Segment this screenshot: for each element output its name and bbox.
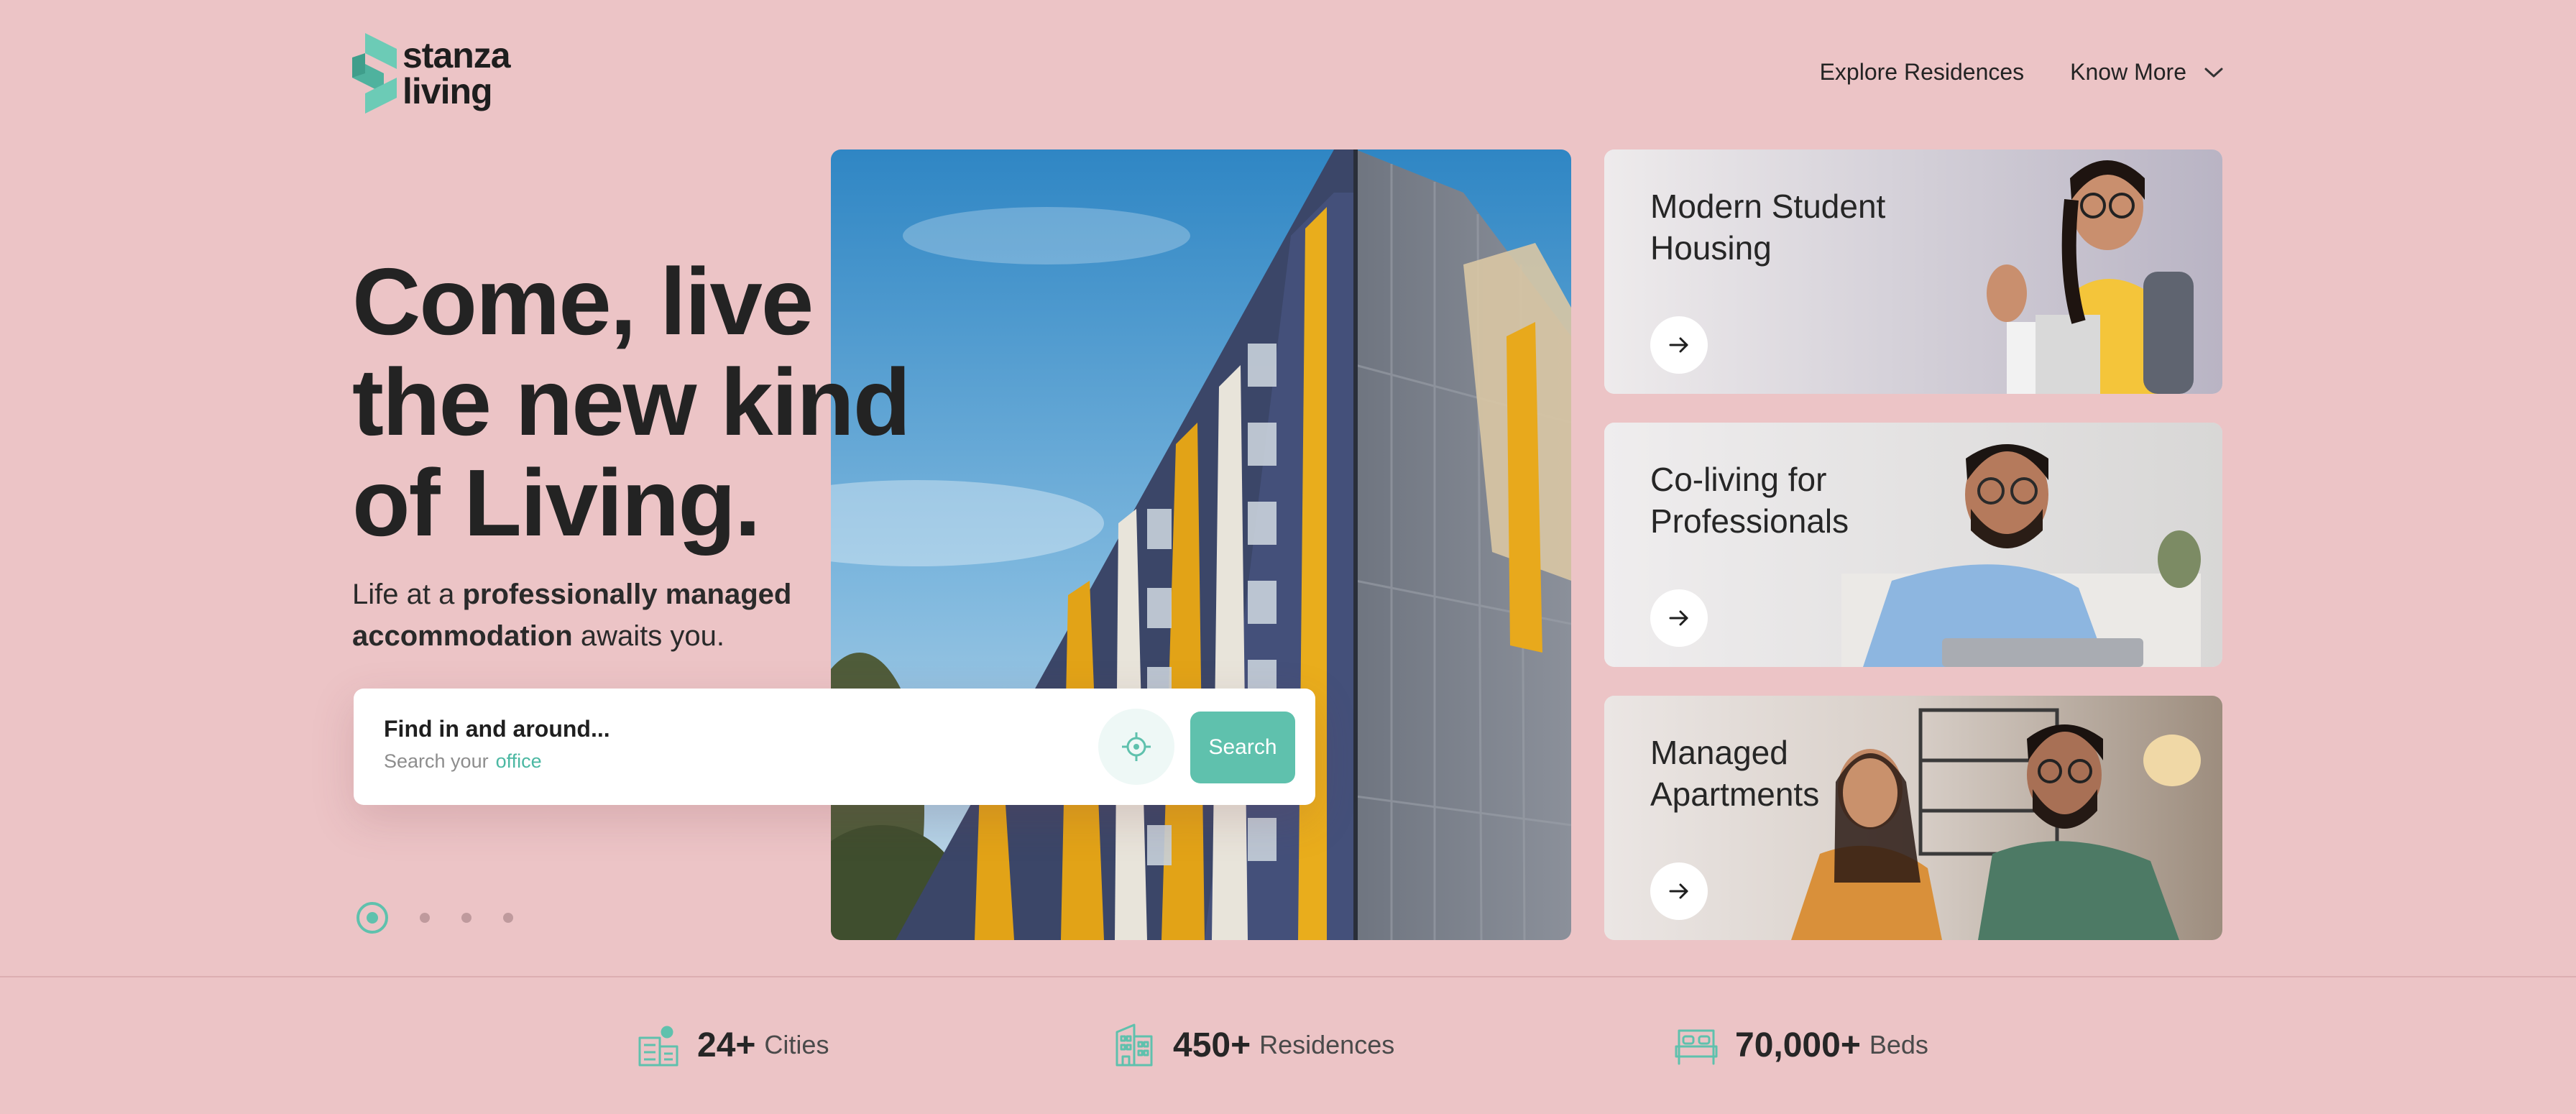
card-student-housing[interactable]: Modern Student Housing [1604, 149, 2222, 394]
card-arrow-button[interactable] [1650, 316, 1708, 374]
subtitle-text: awaits you. [572, 620, 724, 652]
card-title-line: Professionals [1650, 502, 1849, 540]
city-icon [638, 1026, 678, 1067]
carousel-pagination [356, 902, 513, 934]
know-more-label: Know More [2070, 59, 2186, 85]
stat-label: Cities [764, 1030, 829, 1059]
logo-mark-icon [352, 33, 397, 114]
arrow-right-icon [1669, 883, 1688, 899]
stat-residences: 450+ Residences [1111, 1022, 1394, 1068]
logo-line1: stanza [402, 35, 511, 75]
subtitle-text: Life at a [352, 579, 463, 610]
carousel-dot[interactable] [420, 913, 430, 923]
card-title-line: Co-living for [1650, 461, 1827, 498]
carousel-dot-active[interactable] [356, 902, 388, 934]
carousel-dot[interactable] [503, 913, 513, 923]
chevron-down-icon [2204, 68, 2223, 77]
card-title-line: Housing [1650, 229, 1772, 267]
stat-number: 450+ [1173, 1026, 1251, 1064]
subtitle-bold: professionally managed [462, 579, 792, 610]
stat-label: Beds [1869, 1030, 1928, 1059]
search-button[interactable]: Search [1190, 712, 1295, 783]
locate-me-button[interactable] [1098, 709, 1174, 785]
card-title-line: Apartments [1650, 775, 1820, 813]
hero-title: Come, live the new kind of Living. [352, 252, 999, 553]
search-input[interactable]: Search your office [384, 750, 542, 773]
subtitle-bold: accommodation [352, 620, 573, 652]
arrow-right-icon [1669, 610, 1688, 626]
card-arrow-button[interactable] [1650, 862, 1708, 920]
arrow-right-icon [1669, 337, 1688, 353]
stat-number: 70,000+ [1735, 1026, 1861, 1064]
stanza-living-logo[interactable]: stanza living [352, 33, 511, 114]
card-title: Co-living for Professionals [1650, 459, 1952, 542]
card-title: Managed Apartments [1650, 732, 1952, 815]
top-nav: Explore Residences Know More [1820, 59, 2224, 86]
building-icon [1116, 1023, 1153, 1067]
search-hint-keyword: office [495, 750, 542, 772]
stat-cities: 24+ Cities [635, 1022, 829, 1068]
hero-title-line: Come, live [352, 249, 814, 354]
bed-icon [1675, 1029, 1718, 1065]
know-more-menu[interactable]: Know More [2070, 59, 2224, 86]
card-arrow-button[interactable] [1650, 589, 1708, 647]
search-label[interactable]: Find in and around... [384, 716, 610, 742]
stats-divider [0, 976, 2576, 977]
search-card: Find in and around... Search your office … [354, 689, 1315, 805]
carousel-dot[interactable] [461, 913, 472, 923]
stat-beds: 70,000+ Beds [1673, 1022, 1928, 1068]
search-hint-text: Search your [384, 750, 489, 772]
card-title-line: Managed [1650, 734, 1788, 771]
hero-title-line: of Living. [352, 450, 761, 556]
stat-label: Residences [1259, 1030, 1395, 1059]
card-managed-apartments[interactable]: Managed Apartments [1604, 696, 2222, 940]
crosshair-icon [1122, 732, 1151, 761]
stat-number: 24+ [697, 1026, 756, 1064]
card-title: Modern Student Housing [1650, 185, 1952, 269]
card-coliving-professionals[interactable]: Co-living for Professionals [1604, 423, 2222, 667]
hero-subtitle: Life at a professionally managed accommod… [352, 574, 855, 657]
hero-title-line: the new kind [352, 349, 911, 455]
card-title-line: Modern Student [1650, 188, 1886, 225]
logo-line2: living [402, 71, 493, 111]
explore-residences-link[interactable]: Explore Residences [1820, 59, 2025, 86]
logo-wordmark: stanza living [402, 35, 511, 111]
